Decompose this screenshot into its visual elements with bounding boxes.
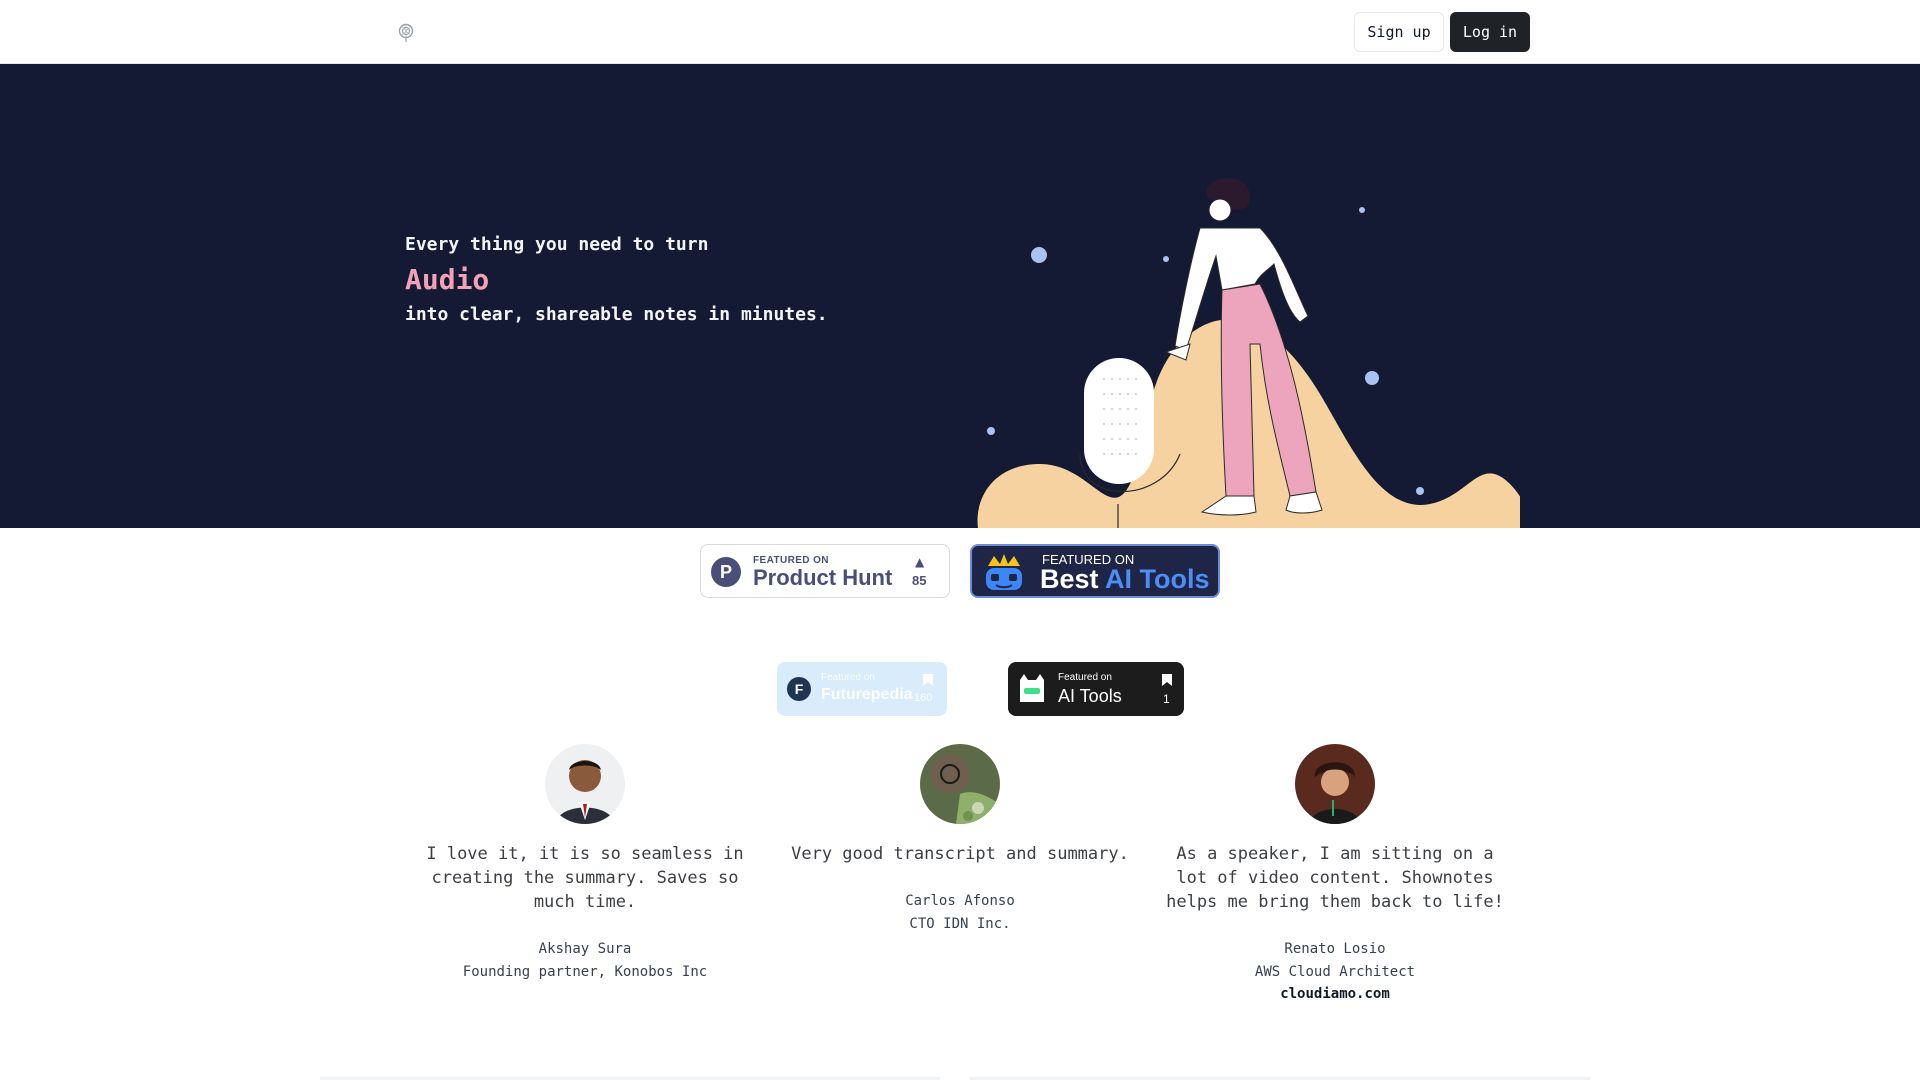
- woman-face: [1208, 198, 1232, 222]
- futurepedia-count: 160: [914, 692, 933, 704]
- testimonial-role: AWS Cloud Architect: [1254, 964, 1416, 980]
- decor-dot: [1031, 247, 1047, 263]
- top-nav: Sign up Log in: [0, 0, 1920, 64]
- testimonial-website-link[interactable]: cloudiamo.com: [1155, 984, 1515, 1004]
- robot-crown-icon: [986, 554, 1022, 590]
- ai-tools-small-label: Featured on: [1058, 672, 1112, 683]
- avatar: [920, 744, 1000, 824]
- decor-dot: [1365, 371, 1379, 385]
- avatar: [545, 744, 625, 824]
- testimonial-card: As a speaker, I am sitting on a lot of v…: [1155, 744, 1515, 1004]
- hero-section: Every thing you need to turn Audio into …: [0, 64, 1920, 528]
- best-ai-tools-badge[interactable]: FEATURED ON Best AI Tools: [970, 544, 1220, 598]
- decor-dot: [1163, 256, 1169, 262]
- testimonial-quote: Very good transcript and summary.: [791, 844, 1129, 864]
- log-in-button[interactable]: Log in: [1450, 12, 1530, 52]
- ai-tools-badge[interactable]: Featured on AI Tools 1: [1008, 662, 1184, 716]
- testimonial-quote: I love it, it is so seamless in creating…: [426, 844, 744, 912]
- product-hunt-icon: P: [711, 557, 741, 587]
- testimonial-quote: As a speaker, I am sitting on a lot of v…: [1166, 844, 1504, 912]
- best-ai-tools-label: Best AI Tools: [1040, 564, 1210, 595]
- hero-illustration: [977, 178, 1520, 528]
- ai-tools-count: 1: [1163, 692, 1170, 706]
- product-hunt-badge[interactable]: P FEATURED ON Product Hunt ▲ 85: [700, 544, 950, 598]
- logo-icon[interactable]: [396, 21, 416, 43]
- testimonial-author: Akshay Sura: [538, 941, 632, 957]
- testimonial-card: I love it, it is so seamless in creating…: [405, 744, 765, 984]
- hero-line-1: Every thing you need to turn: [405, 234, 709, 255]
- upvote-triangle-icon: ▲: [915, 555, 925, 569]
- testimonial-author: Carlos Afonso: [905, 893, 1015, 909]
- product-hunt-label: Product Hunt: [753, 565, 893, 590]
- decor-dot: [1416, 487, 1424, 495]
- ai-tools-label: AI Tools: [1058, 686, 1122, 706]
- best-ai-tools-label-b: AI Tools: [1105, 564, 1210, 594]
- product-hunt-upvotes: 85: [912, 573, 927, 588]
- testimonial-card: Very good transcript and summary. Carlos…: [780, 744, 1140, 936]
- testimonial-role: CTO IDN Inc.: [909, 916, 1011, 932]
- decor-dot: [1359, 207, 1365, 213]
- sign-up-button[interactable]: Sign up: [1354, 12, 1444, 52]
- futurepedia-badge[interactable]: F Featured on Futurepedia 160: [777, 662, 947, 716]
- avatar: [1295, 744, 1375, 824]
- decor-dot: [987, 427, 995, 435]
- testimonial-role: Founding partner, Konobos Inc: [462, 964, 708, 980]
- futurepedia-label: Futurepedia: [821, 686, 913, 703]
- best-ai-tools-label-a: Best: [1040, 564, 1106, 594]
- cat-mascot-icon: [1020, 674, 1044, 702]
- testimonial-author: Renato Losio: [1284, 941, 1386, 957]
- bookmark-icon: [1162, 674, 1172, 686]
- hero-line-2: into clear, shareable notes in minutes.: [405, 304, 828, 325]
- futurepedia-small-label: Featured on: [821, 672, 875, 683]
- microphone: [1084, 358, 1154, 484]
- futurepedia-icon: F: [787, 677, 811, 701]
- hero-headline: Every thing you need to turn Audio into …: [405, 232, 965, 328]
- bookmark-icon: [923, 674, 933, 686]
- hero-highlight-word: Audio: [405, 263, 490, 296]
